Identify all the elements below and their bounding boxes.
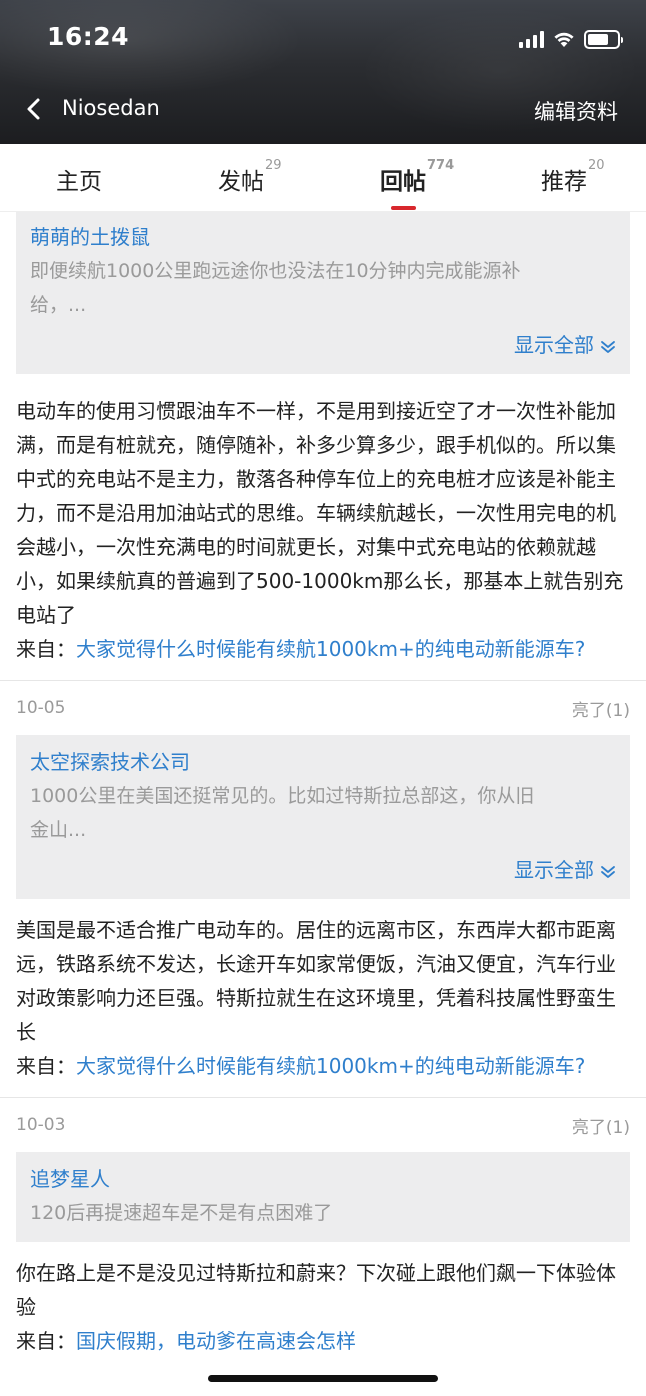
reply-meta: 10-03 亮了(1) — [16, 1098, 630, 1152]
quoted-author[interactable]: 萌萌的土拨鼠 — [30, 222, 616, 252]
quoted-comment[interactable]: 太空探索技术公司 1000公里在美国还挺常见的。比如过特斯拉总部这，你从旧 金山… — [16, 735, 630, 899]
edit-profile-button[interactable]: 编辑资料 — [534, 96, 618, 126]
quoted-comment[interactable]: 追梦星人 120后再提速超车是不是有点困难了 — [16, 1152, 630, 1242]
show-all-button[interactable]: 显示全部 — [30, 330, 616, 360]
reply-source: 来自：大家觉得什么时候能有续航1000km+的纯电动新能源车? — [16, 1049, 630, 1083]
tab-count: 29 — [265, 158, 282, 173]
tab-replies[interactable]: 回帖774 — [380, 158, 454, 196]
quoted-text-line: 120后再提速超车是不是有点困难了 — [30, 1202, 333, 1224]
source-thread-link[interactable]: 国庆假期，电动爹在高速会怎样 — [76, 1329, 356, 1353]
active-tab-indicator — [391, 206, 416, 210]
reply-date: 10-05 — [16, 698, 66, 718]
quoted-text-line: 给，... — [30, 294, 87, 316]
source-thread-link[interactable]: 大家觉得什么时候能有续航1000km+的纯电动新能源车? — [76, 637, 585, 661]
reply-item: 萌萌的土拨鼠 即便续航1000公里跑远途你也没法在10分钟内完成能源补 给，..… — [0, 212, 646, 681]
profile-header: 16:24 Niosedan 编辑资料 — [0, 0, 646, 144]
reply-date: 10-03 — [16, 1115, 66, 1135]
wifi-icon — [554, 32, 574, 47]
tab-count: 20 — [588, 158, 605, 173]
double-chevron-down-icon — [601, 865, 615, 878]
status-icons — [519, 28, 623, 50]
show-all-label: 显示全部 — [514, 858, 594, 882]
reply-meta: 10-05 亮了(1) — [16, 681, 630, 735]
show-all-label: 显示全部 — [514, 333, 594, 357]
tab-label: 发帖 — [218, 169, 264, 195]
status-time: 16:24 — [47, 22, 130, 51]
tab-count: 774 — [427, 158, 455, 173]
battery-icon — [584, 29, 623, 49]
chevron-left-icon — [27, 98, 40, 120]
home-indicator[interactable] — [208, 1375, 438, 1382]
cellular-signal-icon — [519, 30, 544, 48]
source-prefix: 来自： — [16, 1054, 76, 1078]
like-count[interactable]: 亮了(1) — [572, 1113, 630, 1138]
reply-source: 来自：大家觉得什么时候能有续航1000km+的纯电动新能源车? — [16, 632, 630, 666]
quoted-author[interactable]: 追梦星人 — [30, 1164, 616, 1194]
reply-item: 10-03 亮了(1) 追梦星人 120后再提速超车是不是有点困难了 你在路上是… — [0, 1098, 646, 1358]
reply-item: 10-05 亮了(1) 太空探索技术公司 1000公里在美国还挺常见的。比如过特… — [0, 681, 646, 1098]
source-prefix: 来自： — [16, 1329, 76, 1353]
reply-source: 来自：国庆假期，电动爹在高速会怎样 — [16, 1324, 630, 1358]
quoted-text-line: 即便续航1000公里跑远途你也没法在10分钟内完成能源补 — [30, 260, 521, 282]
quoted-text-line: 金山... — [30, 819, 87, 841]
quoted-text-line: 1000公里在美国还挺常见的。比如过特斯拉总部这，你从旧 — [30, 785, 535, 807]
reply-text: 电动车的使用习惯跟油车不一样，不是用到接近空了才一次性补能加满，而是有桩就充，随… — [16, 399, 624, 627]
source-thread-link[interactable]: 大家觉得什么时候能有续航1000km+的纯电动新能源车? — [76, 1054, 585, 1078]
like-count[interactable]: 亮了(1) — [572, 696, 630, 721]
source-prefix: 来自： — [16, 637, 76, 661]
reply-list: 萌萌的土拨鼠 即便续航1000公里跑远途你也没法在10分钟内完成能源补 给，..… — [0, 212, 646, 1358]
show-all-button[interactable]: 显示全部 — [30, 855, 616, 885]
reply-text: 美国是最不适合推广电动车的。居住的远离市区，东西岸大都市距离远，铁路系统不发达，… — [16, 918, 616, 1044]
tab-label: 主页 — [56, 169, 102, 195]
double-chevron-down-icon — [601, 340, 615, 353]
quoted-author[interactable]: 太空探索技术公司 — [30, 747, 616, 777]
profile-username: Niosedan — [62, 96, 160, 120]
profile-tabs: 主页 发帖29 回帖774 推荐20 — [0, 144, 646, 212]
tab-posts[interactable]: 发帖29 — [218, 158, 282, 196]
reply-text: 你在路上是不是没见过特斯拉和蔚来？下次碰上跟他们飙一下体验体验 — [16, 1261, 616, 1319]
tab-label: 推荐 — [541, 169, 587, 195]
tab-recommend[interactable]: 推荐20 — [541, 158, 605, 196]
tab-label: 回帖 — [380, 169, 426, 195]
back-button[interactable] — [18, 94, 48, 124]
tab-home[interactable]: 主页 — [56, 162, 102, 196]
quoted-comment[interactable]: 萌萌的土拨鼠 即便续航1000公里跑远途你也没法在10分钟内完成能源补 给，..… — [16, 212, 630, 374]
